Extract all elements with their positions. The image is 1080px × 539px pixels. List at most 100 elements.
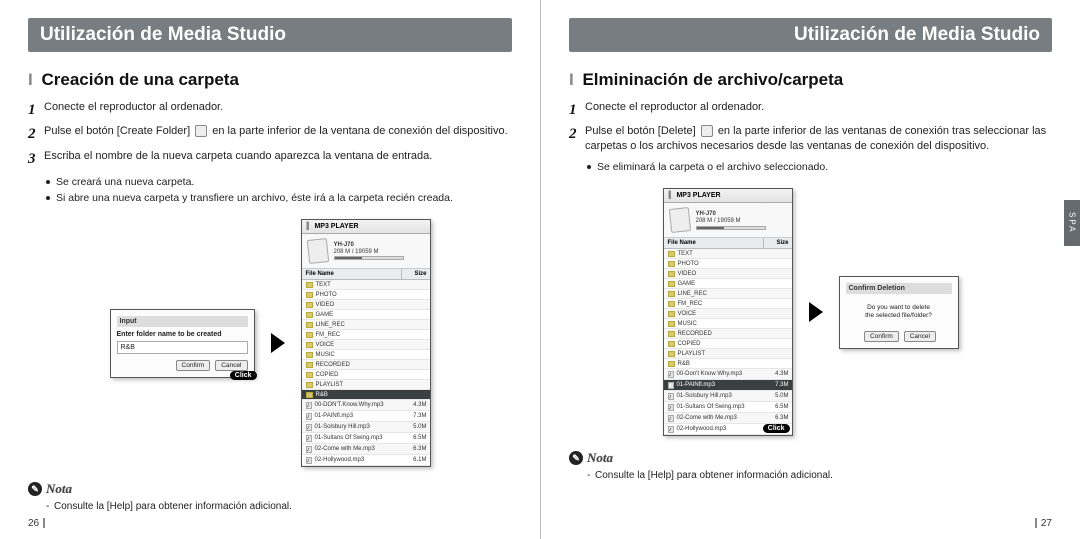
note-label: ✎ Nota bbox=[569, 450, 613, 466]
folder-row[interactable]: PLAYLIST bbox=[302, 380, 430, 390]
folder-icon bbox=[306, 282, 313, 288]
folder-icon bbox=[306, 392, 313, 398]
device-icon bbox=[668, 207, 690, 233]
heading-delete: I Elmininación de archivo/carpeta bbox=[569, 70, 1052, 90]
folder-row[interactable]: FM_REC bbox=[302, 330, 430, 340]
folder-row[interactable]: MUSIC bbox=[664, 319, 792, 329]
folder-row[interactable]: COPIED bbox=[664, 339, 792, 349]
file-row[interactable]: 02-Hollywood.mp36.1M bbox=[302, 455, 430, 466]
confirm-deletion-dialog: Confirm Deletion Do you want to delete t… bbox=[839, 276, 959, 349]
cancel-button[interactable]: Cancel bbox=[904, 331, 936, 342]
folder-row[interactable]: FM_REC bbox=[664, 299, 792, 309]
heading-create-folder: I Creación de una carpeta bbox=[28, 70, 512, 90]
language-tab: SPA bbox=[1064, 200, 1080, 246]
folder-row[interactable]: VIDEO bbox=[302, 300, 430, 310]
confirm-button[interactable]: Confirm bbox=[176, 360, 211, 371]
page-left: Utilización de Media Studio I Creación d… bbox=[0, 0, 540, 539]
folder-name-input[interactable]: R&B bbox=[117, 341, 248, 354]
file-row[interactable]: 01-Solsbury Hill.mp35.0M bbox=[664, 391, 792, 402]
figure-right: MP3 PLAYER YH-J70 208 M / 19059 M File N… bbox=[569, 188, 1052, 436]
bullet: Si abre una nueva carpeta y transfiere u… bbox=[46, 191, 512, 205]
folder-row[interactable]: COPIED bbox=[302, 370, 430, 380]
titlebar-right: Utilización de Media Studio bbox=[569, 18, 1052, 52]
folder-row[interactable]: LINE_REC bbox=[664, 289, 792, 299]
file-row[interactable]: 00-Don't Know Why.mp34.3M bbox=[664, 369, 792, 380]
arrow-right-icon bbox=[809, 302, 823, 322]
folder-row[interactable]: TEXT bbox=[302, 280, 430, 290]
device-name: YH-J70 bbox=[334, 242, 404, 249]
music-file-icon bbox=[306, 402, 312, 409]
folder-icon bbox=[306, 372, 313, 378]
folder-icon bbox=[306, 322, 313, 328]
figure-left: Input Enter folder name to be created R&… bbox=[28, 219, 512, 467]
storage-bar bbox=[696, 226, 766, 230]
music-file-icon bbox=[668, 426, 674, 433]
folder-row[interactable]: PLAYLIST bbox=[664, 349, 792, 359]
file-row[interactable]: 00-DON'T.Know.Why.mp34.3M bbox=[302, 400, 430, 411]
cancel-button[interactable]: Cancel bbox=[215, 360, 247, 371]
device-header: YH-J70 208 M / 19059 M bbox=[664, 203, 792, 238]
folder-row-selected[interactable]: R&B bbox=[302, 390, 430, 400]
folder-icon bbox=[306, 342, 313, 348]
bullets-left: Se creará una nueva carpeta. Si abre una… bbox=[46, 175, 512, 205]
music-file-icon bbox=[306, 413, 312, 420]
bullet: Se creará una nueva carpeta. bbox=[46, 175, 512, 189]
music-file-icon bbox=[306, 446, 312, 453]
input-dialog: Input Enter folder name to be created R&… bbox=[110, 309, 255, 378]
folder-row[interactable]: TEXT bbox=[664, 249, 792, 259]
note-label: ✎ Nota bbox=[28, 481, 72, 497]
file-row[interactable]: 02-Come with Me.mp36.3M bbox=[302, 444, 430, 455]
music-file-icon bbox=[668, 382, 674, 389]
folder-icon bbox=[668, 361, 675, 367]
file-row[interactable]: 01-Solsbury Hill.mp35.0M bbox=[302, 422, 430, 433]
page-right: Utilización de Media Studio I Elmininaci… bbox=[540, 0, 1080, 539]
folder-icon bbox=[668, 291, 675, 297]
folder-row[interactable]: RECORDED bbox=[302, 360, 430, 370]
folder-icon bbox=[668, 331, 675, 337]
folder-row[interactable]: LINE_REC bbox=[302, 320, 430, 330]
music-file-icon bbox=[668, 371, 674, 378]
steps-left: 1 Conecte el reproductor al ordenador. 2… bbox=[28, 100, 512, 169]
folder-row[interactable]: VOICE bbox=[664, 309, 792, 319]
panel-title: MP3 PLAYER bbox=[664, 189, 792, 203]
device-name: YH-J70 bbox=[696, 211, 766, 218]
storage-bar bbox=[334, 256, 404, 260]
note-body: Consulte la [Help] para obtener informac… bbox=[46, 501, 512, 512]
file-row[interactable]: 01-PAINfl.mp37.3M bbox=[664, 380, 792, 391]
folder-icon bbox=[668, 261, 675, 267]
confirm-button[interactable]: Confirm bbox=[864, 331, 899, 342]
folder-row[interactable]: VOICE bbox=[302, 340, 430, 350]
panel-title: MP3 PLAYER bbox=[302, 220, 430, 234]
folder-row[interactable]: PHOTO bbox=[664, 259, 792, 269]
page-number: 27 bbox=[1031, 518, 1052, 529]
folder-icon bbox=[668, 281, 675, 287]
folder-icon bbox=[668, 271, 675, 277]
pencil-icon: ✎ bbox=[569, 451, 583, 465]
mp3-player-panel-right: MP3 PLAYER YH-J70 208 M / 19059 M File N… bbox=[663, 188, 793, 436]
folder-row[interactable]: RECORDED bbox=[664, 329, 792, 339]
file-row[interactable]: 02-Come with Me.mp36.3M bbox=[664, 413, 792, 424]
folder-row[interactable]: MUSIC bbox=[302, 350, 430, 360]
folder-icon bbox=[306, 302, 313, 308]
file-row[interactable]: 01-PAINfl.mp37.3M bbox=[302, 411, 430, 422]
folder-row[interactable]: GAME bbox=[302, 310, 430, 320]
folder-icon bbox=[306, 382, 313, 388]
music-file-icon bbox=[668, 415, 674, 422]
delete-icon bbox=[701, 125, 713, 137]
folder-row[interactable]: R&B bbox=[664, 359, 792, 369]
create-folder-icon bbox=[195, 125, 207, 137]
note-body: Consulte la [Help] para obtener informac… bbox=[587, 470, 1052, 481]
step-1: 1 Conecte el reproductor al ordenador. bbox=[569, 100, 1052, 120]
folder-row[interactable]: VIDEO bbox=[664, 269, 792, 279]
folder-row[interactable]: PHOTO bbox=[302, 290, 430, 300]
file-row[interactable]: 01-Sultans Of Swing.mp36.5M bbox=[664, 402, 792, 413]
music-file-icon bbox=[306, 457, 312, 464]
device-storage: 208 M / 19059 M bbox=[334, 249, 404, 256]
file-list-header: File Name Size bbox=[302, 269, 430, 280]
folder-row[interactable]: GAME bbox=[664, 279, 792, 289]
device-icon bbox=[306, 238, 328, 264]
file-list-header: File Name Size bbox=[664, 238, 792, 249]
heading-text: Elmininación de archivo/carpeta bbox=[582, 70, 843, 89]
dialog-title: Input bbox=[117, 316, 248, 327]
file-row[interactable]: 01-Sultans Of Swing.mp36.5M bbox=[302, 433, 430, 444]
